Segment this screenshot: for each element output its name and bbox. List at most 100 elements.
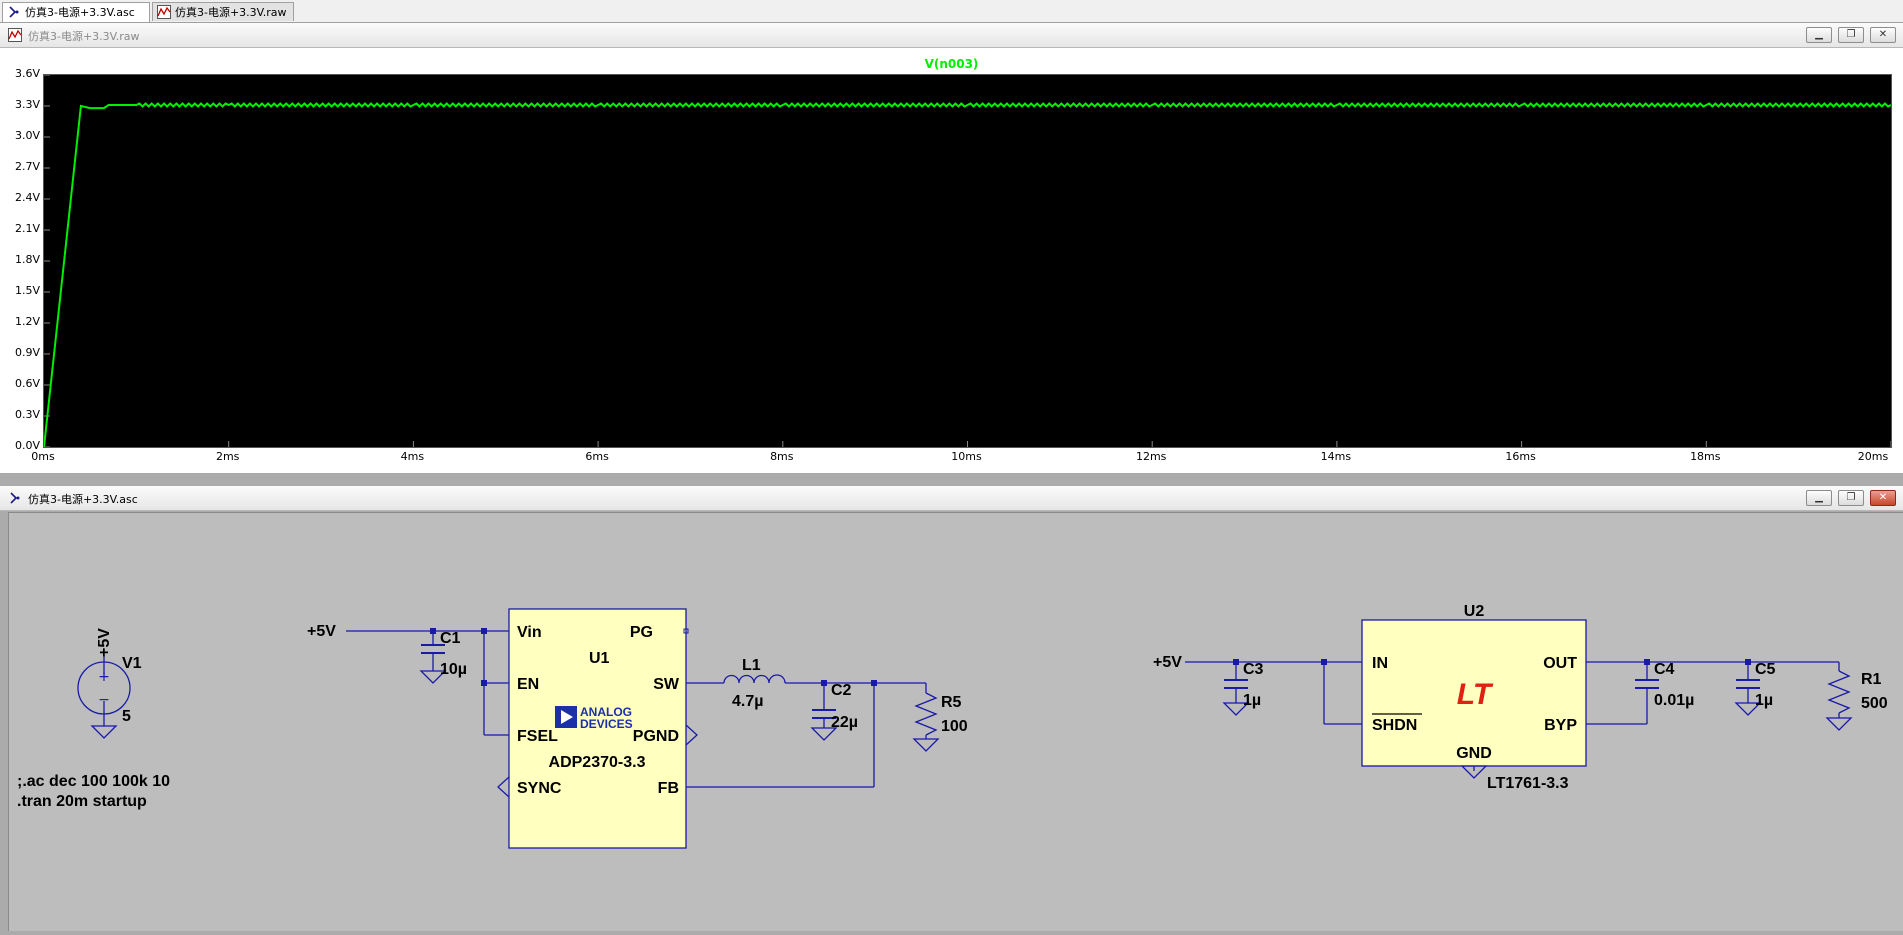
plot-window-title: 仿真3-电源+3.3V.raw xyxy=(28,30,140,43)
schematic-window-icon xyxy=(10,492,20,504)
document-tab-bar: 仿真3-电源+3.3V.asc 仿真3-电源+3.3V.raw xyxy=(0,0,1903,23)
tab-waveform[interactable]: 仿真3-电源+3.3V.raw xyxy=(152,2,294,21)
c3-ref: C3 xyxy=(1243,661,1264,678)
c1-ref: C1 xyxy=(440,630,461,647)
x-tick-label: 12ms xyxy=(1135,450,1167,463)
u1-pin-fb: FB xyxy=(658,780,679,797)
ic-u1-adp2370[interactable]: Vin PG U1 EN SW ANALOG DEVICES FSEL PGND… xyxy=(497,608,698,849)
u1-pin-vin: Vin xyxy=(517,624,542,641)
tab-schematic-label: 仿真3-电源+3.3V.asc xyxy=(25,6,135,19)
schematic-drawing[interactable]: + − V1 5 +5V ;.ac dec 100 100k 10 .tran … xyxy=(9,513,1903,931)
schematic-restore-button[interactable]: ❐ xyxy=(1838,490,1864,506)
y-tick-label: 2.4V xyxy=(14,191,40,204)
u1-pin-pg: PG xyxy=(630,624,653,641)
c5-ref: C5 xyxy=(1755,661,1776,678)
spice-directives[interactable]: ;.ac dec 100 100k 10 .tran 20m startup xyxy=(17,773,170,810)
v1-ref: V1 xyxy=(122,655,142,672)
trace-v-n003-[interactable] xyxy=(43,102,1892,448)
y-tick-label: 3.0V xyxy=(14,129,40,142)
x-tick-label: 4ms xyxy=(400,450,425,463)
tab-waveform-label: 仿真3-电源+3.3V.raw xyxy=(175,6,287,19)
r5-value: 100 xyxy=(941,718,968,735)
schematic-close-button[interactable]: ✕ xyxy=(1870,490,1896,506)
u1-pin-sw: SW xyxy=(653,676,680,693)
svg-text:−: − xyxy=(98,692,110,708)
r1-ref: R1 xyxy=(1861,671,1882,688)
waveform-window-icon xyxy=(8,28,22,42)
u1-pin-fsel: FSEL xyxy=(517,728,558,745)
x-tick-label: 10ms xyxy=(951,450,982,463)
inductor-l1[interactable]: L1 4.7µ xyxy=(723,657,786,710)
r5-ref: R5 xyxy=(941,694,962,711)
waveform-icon xyxy=(157,5,171,19)
schematic-window-titlebar[interactable]: 仿真3-电源+3.3V.asc ▁ ❐ ✕ xyxy=(0,486,1903,511)
y-tick-label: 0.6V xyxy=(14,377,40,390)
c2-value: 22µ xyxy=(831,714,858,731)
c1-value: 10µ xyxy=(440,661,467,678)
y-tick-label: 2.1V xyxy=(14,222,40,235)
schematic-canvas[interactable]: + − V1 5 +5V ;.ac dec 100 100k 10 .tran … xyxy=(8,512,1903,931)
x-tick-label: 20ms xyxy=(1857,450,1889,463)
y-tick-label: 3.3V xyxy=(14,98,40,111)
capacitor-c5[interactable]: C5 1µ xyxy=(1735,661,1776,716)
ic-u2-lt1761[interactable]: U2 IN OUT LT SHDN BYP GND LT1761-3.3 xyxy=(1361,603,1587,792)
u2-pin-in: IN xyxy=(1372,655,1388,672)
c4-value: 0.01µ xyxy=(1654,692,1694,709)
l1-ref: L1 xyxy=(742,657,761,674)
u1-part-number: ADP2370-3.3 xyxy=(549,754,646,771)
c3-value: 1µ xyxy=(1243,692,1261,709)
x-tick-label: 2ms xyxy=(215,450,240,463)
waveform-plot-panel[interactable]: V(n003) 0.0V 0.3V 0.6V 0.9V 1.2V 1.5V 1.8V 2.1V… xyxy=(0,48,1903,473)
trace-title[interactable]: V(n003) xyxy=(0,57,1903,71)
plot-area[interactable] xyxy=(43,74,1892,448)
x-tick-label: 16ms xyxy=(1505,450,1536,463)
u2-pin-out: OUT xyxy=(1543,655,1577,672)
v1-value: 5 xyxy=(122,708,131,725)
plot-minimize-button[interactable]: ▁ xyxy=(1806,27,1832,43)
u1-ref: U1 xyxy=(589,650,610,667)
x-tick-label: 18ms xyxy=(1690,450,1721,463)
y-tick-label: 2.7V xyxy=(14,160,40,173)
voltage-source-v1[interactable]: + − V1 5 +5V xyxy=(77,628,142,739)
tab-schematic[interactable]: 仿真3-电源+3.3V.asc xyxy=(2,2,150,22)
c2-ref: C2 xyxy=(831,682,852,699)
y-tick-label: 1.2V xyxy=(14,315,40,328)
plot-restore-button[interactable]: ❐ xyxy=(1838,27,1864,43)
analog-devices-logo: ANALOG DEVICES xyxy=(555,705,633,731)
y-tick-label: 1.8V xyxy=(14,253,40,266)
schematic-minimize-button[interactable]: ▁ xyxy=(1806,490,1832,506)
x-tick-label: 14ms xyxy=(1320,450,1352,463)
u2-pin-shdn: SHDN xyxy=(1372,717,1417,734)
u2-ref: U2 xyxy=(1464,603,1485,620)
y-tick-label: 0.9V xyxy=(14,346,40,359)
resistor-r1[interactable]: R1 500 xyxy=(1826,670,1888,731)
u1-input-net-label[interactable]: +5V xyxy=(307,623,336,640)
u2-part-number: LT1761-3.3 xyxy=(1487,775,1569,792)
x-tick-label: 0ms xyxy=(31,450,55,463)
lt-logo: LT xyxy=(1457,678,1494,711)
resistor-r5[interactable]: R5 100 xyxy=(913,692,968,752)
directive-ac: ;.ac dec 100 100k 10 xyxy=(17,773,170,790)
l1-value: 4.7µ xyxy=(732,693,763,710)
capacitor-c2[interactable]: C2 22µ xyxy=(811,682,858,741)
c4-ref: C4 xyxy=(1654,661,1675,678)
capacitor-c4[interactable]: C4 0.01µ xyxy=(1635,661,1694,709)
y-tick-label: 3.6V xyxy=(14,67,40,80)
capacitor-c1[interactable]: C1 10µ xyxy=(420,630,467,684)
u1-pin-en: EN xyxy=(517,676,539,693)
capacitor-c3[interactable]: C3 1µ xyxy=(1223,661,1264,716)
u1-pin-pgnd: PGND xyxy=(633,728,679,745)
u2-input-net-label[interactable]: +5V xyxy=(1153,654,1182,671)
x-tick-label: 6ms xyxy=(585,450,609,463)
waveform-chart[interactable] xyxy=(43,74,1892,448)
y-tick-label: 0.3V xyxy=(14,408,40,421)
y-tick-label: 1.5V xyxy=(14,284,40,297)
plot-close-button[interactable]: ✕ xyxy=(1870,27,1896,43)
r1-value: 500 xyxy=(1861,695,1888,712)
c5-value: 1µ xyxy=(1755,692,1773,709)
adi-logo-line2: DEVICES xyxy=(580,717,633,731)
u1-pin-sync: SYNC xyxy=(517,780,562,797)
v1-net-label: +5V xyxy=(96,628,113,657)
plot-window-titlebar[interactable]: 仿真3-电源+3.3V.raw ▁ ❐ ✕ xyxy=(0,23,1903,48)
svg-text:+: + xyxy=(98,669,110,685)
